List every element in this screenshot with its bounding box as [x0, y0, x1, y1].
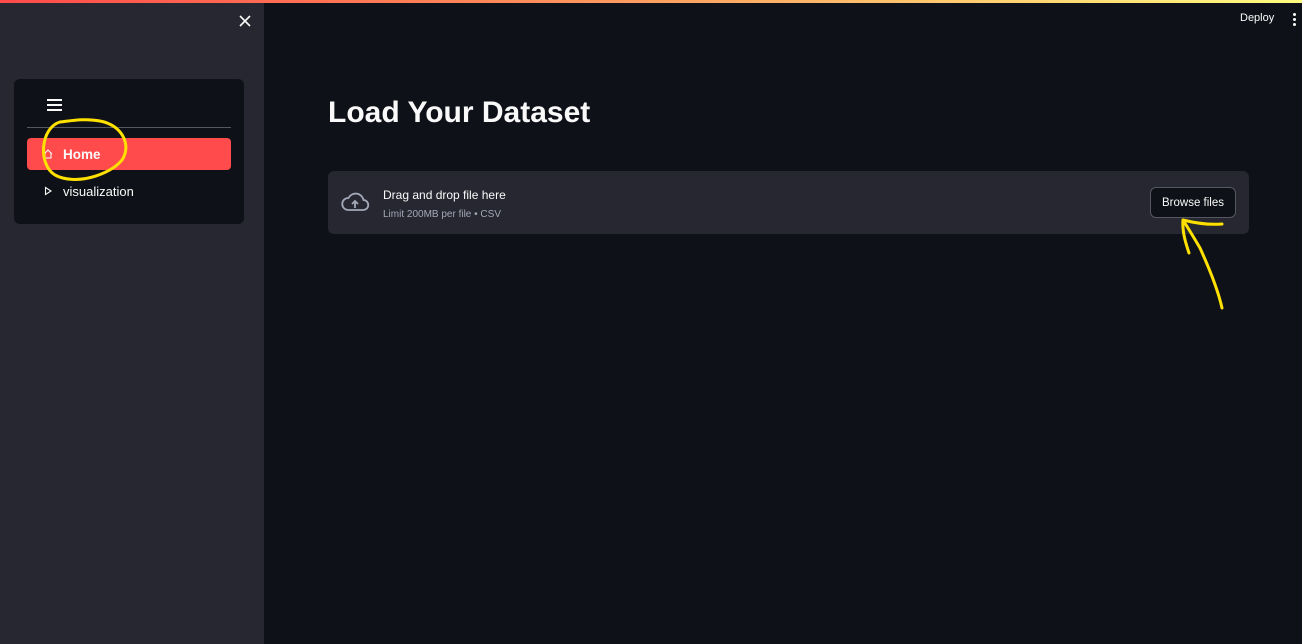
play-triangle-icon	[41, 184, 55, 198]
sidebar-item-home[interactable]: Home	[27, 138, 231, 170]
sidebar-item-label: Home	[63, 146, 101, 162]
cloud-upload-icon	[341, 192, 370, 211]
kebab-menu-icon[interactable]	[1290, 12, 1298, 26]
dropzone-title: Drag and drop file here	[383, 188, 506, 202]
file-uploader-dropzone[interactable]: Drag and drop file here Limit 200MB per …	[328, 171, 1249, 234]
sidebar-item-visualization[interactable]: visualization	[27, 175, 231, 207]
sidebar-item-label: visualization	[63, 183, 134, 199]
sidebar: Home visualization	[0, 0, 264, 644]
deploy-button[interactable]: Deploy	[1240, 12, 1274, 24]
top-decoration-bar	[0, 0, 1302, 3]
main-content: Deploy Load Your Dataset Drag and drop f…	[264, 0, 1302, 644]
navigation-menu: Home visualization	[14, 79, 244, 224]
page-title: Load Your Dataset	[328, 96, 591, 129]
browse-files-button[interactable]: Browse files	[1150, 187, 1236, 218]
dropzone-limit-text: Limit 200MB per file • CSV	[383, 209, 501, 220]
close-icon	[239, 15, 251, 27]
close-sidebar-button[interactable]	[236, 12, 254, 30]
nav-divider	[27, 127, 231, 128]
hamburger-icon[interactable]	[46, 95, 64, 113]
home-icon	[41, 147, 55, 161]
